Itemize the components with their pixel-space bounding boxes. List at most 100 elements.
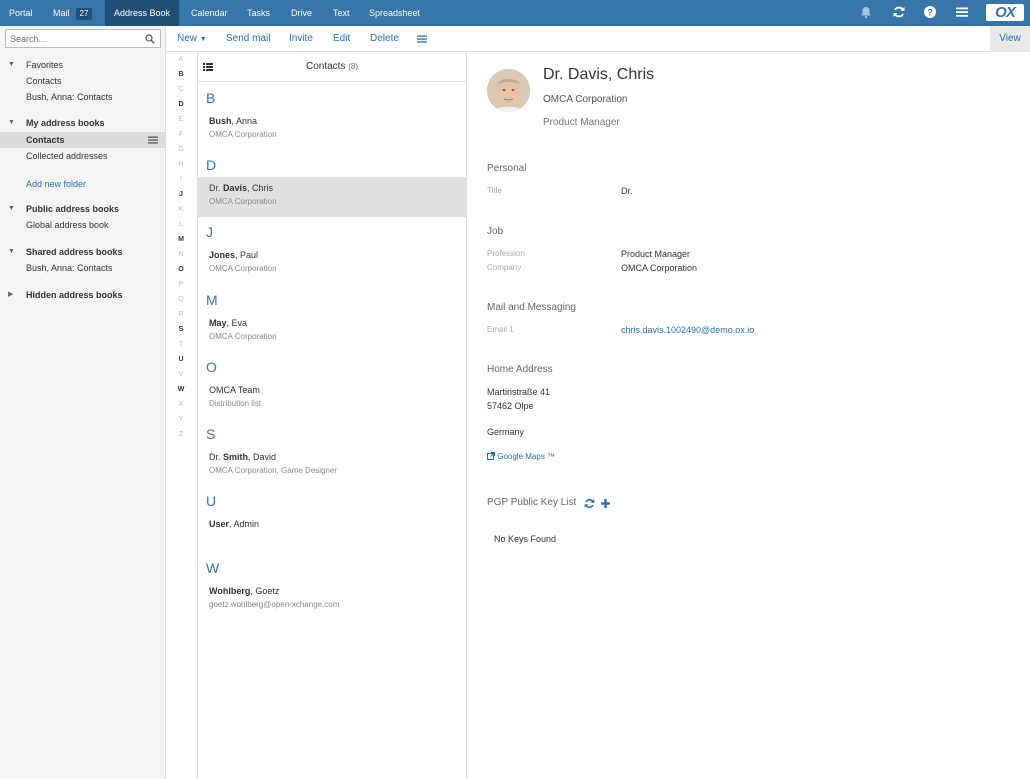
app-tab-mail[interactable]: Mail 27 [44,0,101,26]
new-button[interactable]: New ▼ [177,26,207,52]
list-item[interactable]: Jones, Paul OMCA Corporation [198,244,466,284]
contact-subtitle: OMCA Corporation, Game Designer [209,466,338,475]
contact-prefix: Dr. [209,183,224,193]
letter-index-h[interactable]: H [166,161,196,168]
list-header: Contacts (8) [198,52,466,82]
folder-section-my-address-books[interactable]: ▼ My address books [0,115,166,131]
letter-index-n[interactable]: N [166,251,196,258]
letter-index-y[interactable]: Y [166,416,196,423]
folder-item-label: Bush, Anna: Contacts [26,92,113,102]
app-tab-portal[interactable]: Portal [0,0,42,26]
send-mail-button[interactable]: Send mail [226,26,270,52]
list-item[interactable]: Dr. Smith, David OMCA Corporation, Game D… [198,446,466,486]
folder-options-icon[interactable] [148,135,158,145]
letter-index-g[interactable]: G [166,146,196,153]
list-title-label: Contacts [305,61,346,72]
letter-index-p[interactable]: P [166,281,196,288]
letter-index-f[interactable]: F [166,131,196,138]
section-messaging-heading: Mail and Messaging [487,302,576,313]
field-label-title: Title [487,186,502,195]
letter-index-r[interactable]: R [166,311,196,318]
letter-index-w[interactable]: W [166,386,196,393]
app-tab-tasks[interactable]: Tasks [238,0,279,26]
section-home-address-heading: Home Address [487,364,553,375]
add-new-folder-link[interactable]: Add new folder [0,176,166,192]
list-item[interactable]: Wohlberg, Goetz goetz.wohlberg@open-xchan… [198,580,466,620]
refresh-icon[interactable] [584,498,595,509]
app-tab-drive[interactable]: Drive [282,0,321,26]
help-icon[interactable]: ? [923,5,937,19]
folder-section-shared-address-books[interactable]: ▼ Shared address books [0,244,166,260]
add-icon[interactable] [600,498,611,509]
contact-subtitle: OMCA Corporation [209,264,277,273]
letter-index-k[interactable]: K [166,206,196,213]
search-input[interactable] [10,32,140,46]
letter-index-b[interactable]: B [166,71,196,78]
letter-index-c[interactable]: C [166,86,196,93]
folder-section-hidden-address-books[interactable]: ▶ Hidden address books [0,287,166,303]
letter-index-d[interactable]: D [166,101,196,108]
letter-index-m[interactable]: M [166,236,196,243]
letter-index-j[interactable]: J [166,191,196,198]
contact-first-name: , Goetz [250,586,280,596]
letter-index-q[interactable]: Q [166,296,196,303]
invite-button[interactable]: Invite [289,26,313,52]
letter-index-e[interactable]: E [166,116,196,123]
folder-section-label: My address books [26,118,105,128]
folder-section-favorites[interactable]: ▼ Favorites [0,57,166,73]
contact-last-name: User [209,519,230,529]
letter-index-z[interactable]: Z [166,431,196,438]
contact-last-name: Davis [223,183,248,193]
folder-section-public-address-books[interactable]: ▼ Public address books [0,201,166,217]
unread-badge: 27 [75,8,93,20]
app-tab-spreadsheet[interactable]: Spreadsheet [360,0,429,26]
view-button[interactable]: View [990,26,1030,52]
letter-index-x[interactable]: X [166,401,196,408]
bell-icon[interactable] [859,5,873,19]
group-letter-m: M [206,292,218,308]
list-item[interactable]: Dr. Davis, Chris OMCA Corporation [198,177,466,217]
google-maps-link[interactable]: Google Maps ™ [487,452,555,461]
letter-index-s[interactable]: S [166,326,196,333]
list-item[interactable]: May, Eva OMCA Corporation [198,312,466,352]
app-tab-address-book[interactable]: Address Book [105,0,180,26]
app-tab-label: Mail [53,8,70,18]
search-icon[interactable] [145,34,155,44]
contact-name: Dr. Davis, Chris [543,66,655,83]
app-tab-calendar[interactable]: Calendar [182,0,237,26]
caret-down-icon: ▼ [8,205,15,212]
refresh-icon[interactable] [892,5,906,19]
add-new-folder-label: Add new folder [26,179,87,189]
folder-item-favorites-bush[interactable]: Bush, Anna: Contacts [0,89,166,105]
folder-section-label: Hidden address books [26,290,123,300]
contact-last-name: Smith [223,452,249,462]
group-letter-s: S [206,426,216,442]
letter-index-u[interactable]: U [166,356,196,363]
folder-section-label: Public address books [26,204,120,214]
folder-item-contacts[interactable]: Contacts [0,132,166,148]
folder-item-global-address-book[interactable]: Global address book [0,217,166,233]
folder-item-collected-addresses[interactable]: Collected addresses [0,148,166,164]
app-tab-text[interactable]: Text [324,0,359,26]
menu-icon[interactable] [955,5,969,19]
letter-index-a[interactable]: A [166,56,196,63]
letter-index-i[interactable]: I [166,176,196,183]
letter-index-v[interactable]: V [166,371,196,378]
list-item[interactable]: User, Admin [198,513,466,553]
list-item[interactable]: OMCA Team Distribution list [198,379,466,419]
contact-first-name: , Eva [226,318,248,328]
letter-index-t[interactable]: T [166,341,196,348]
folder-item-shared-bush[interactable]: Bush, Anna: Contacts [0,260,166,276]
edit-button[interactable]: Edit [333,26,350,52]
letter-index-l[interactable]: L [166,221,196,228]
delete-button[interactable]: Delete [370,26,399,52]
contact-name: OMCA Team [209,385,260,395]
list-item[interactable]: Bush, Anna OMCA Corporation [198,110,466,150]
letter-index: A B C D E F G H I J K L M N O P Q R S T U V W X Y Z [166,52,198,779]
folder-item-favorites-contacts[interactable]: Contacts [0,73,166,89]
more-actions-icon[interactable] [417,34,427,44]
letter-index-o[interactable]: O [166,266,196,273]
contact-last-name: May [209,318,227,328]
contact-list-pane: Contacts (8) B Bush, Anna OMCA Corporation… [198,52,467,779]
email-link[interactable]: chris.davis.1002490@demo.ox.io [621,325,754,335]
